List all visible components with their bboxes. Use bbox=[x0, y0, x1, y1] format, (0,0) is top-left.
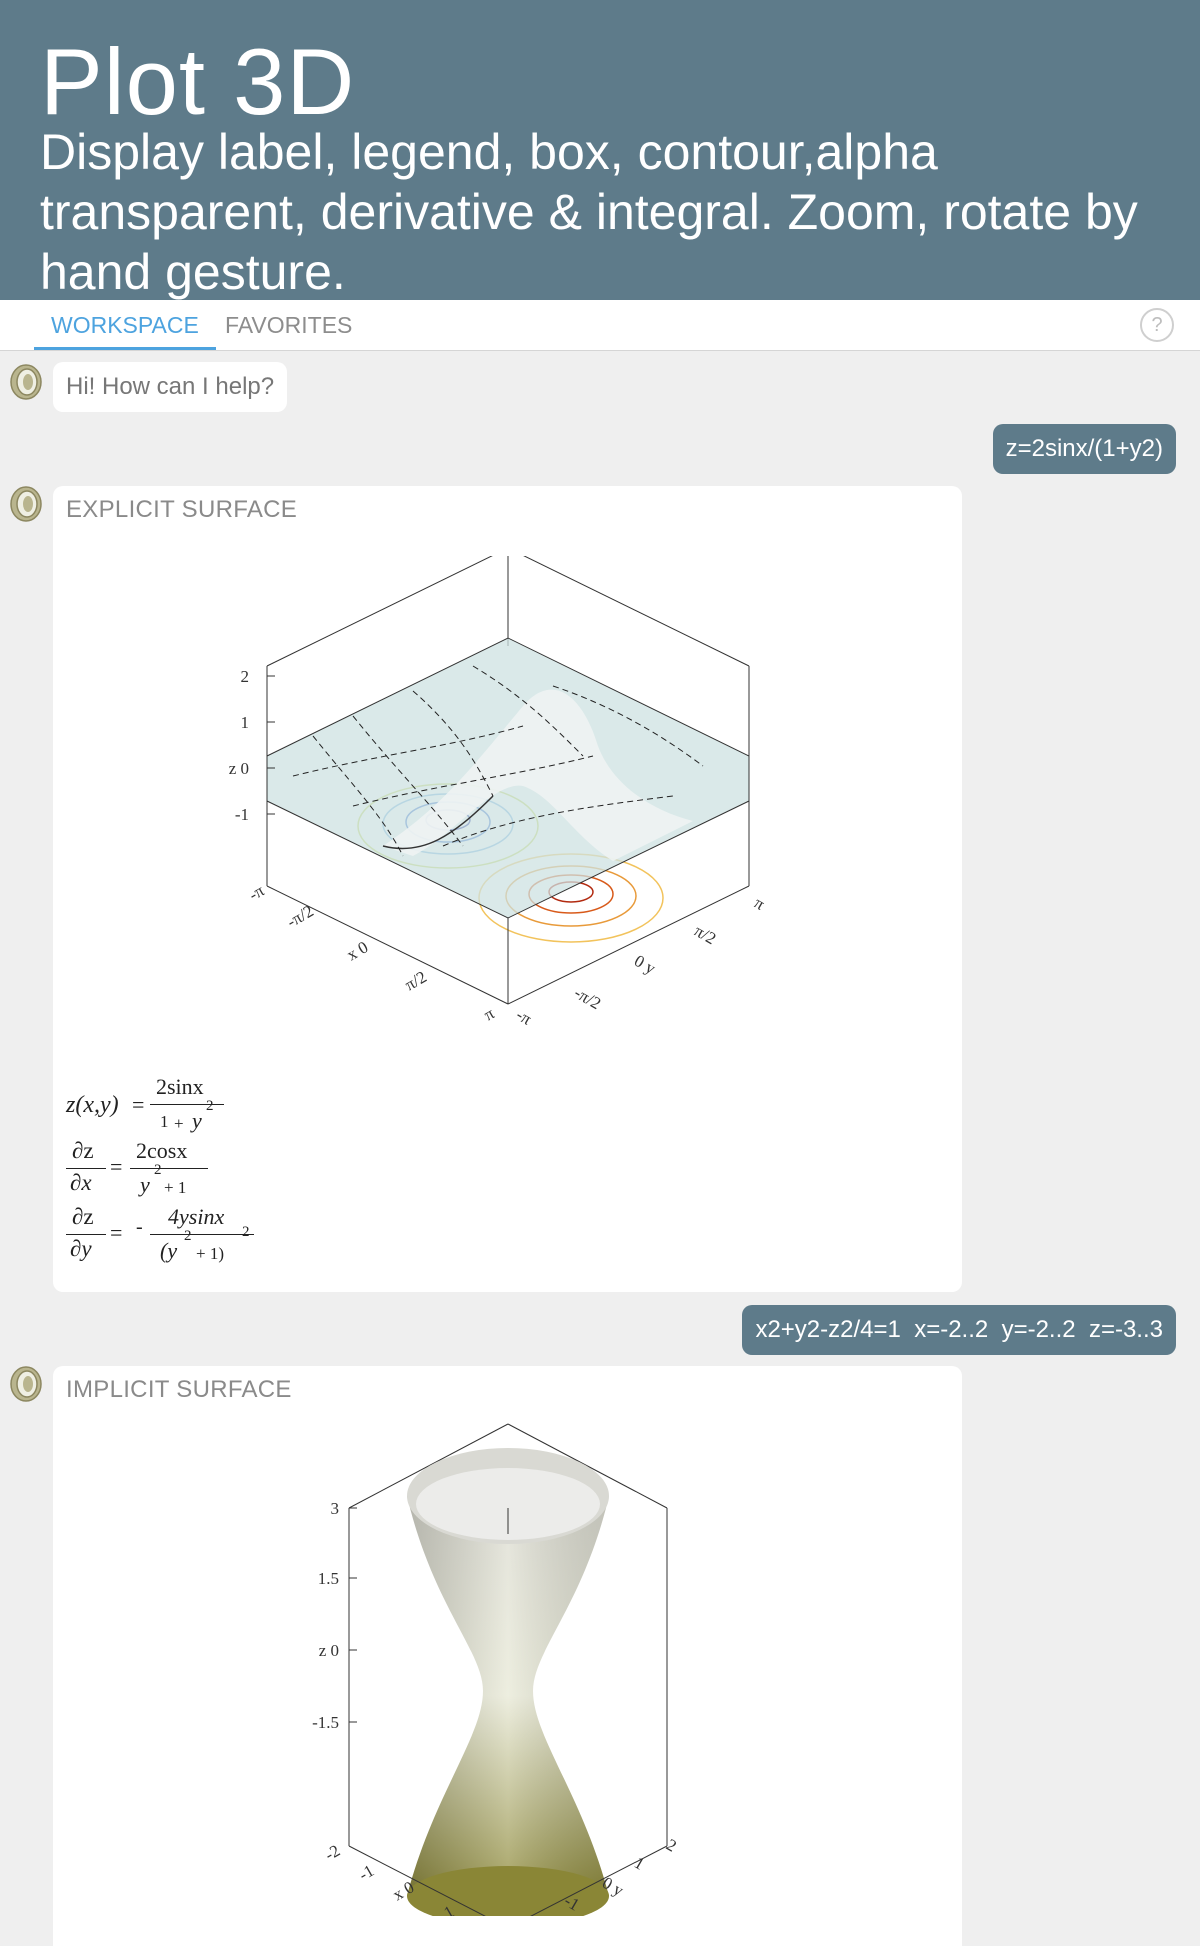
help-icon[interactable]: ? bbox=[1140, 308, 1174, 342]
derivative-y-formula: ∂z ∂y = - 4ysinx (y 2 + 1) 2 bbox=[66, 1204, 326, 1268]
x-tick-label: -2 bbox=[322, 1841, 344, 1865]
user-query-bubble[interactable]: x2+y2-z2/4=1 x=-2..2 y=-2..2 z=-3..3 bbox=[742, 1305, 1176, 1355]
tab-bar: WORKSPACE FAVORITES ? bbox=[0, 300, 1200, 351]
implicit-surface-card: IMPLICIT SURFACE 3 1.5 z 0 -1.5 -2 -1 x … bbox=[53, 1366, 962, 1946]
z-tick-label: z 0 bbox=[229, 759, 249, 778]
y-tick-label: -π bbox=[513, 1005, 535, 1029]
x-tick-label: -π/2 bbox=[284, 901, 317, 931]
explicit-surface-plot[interactable]: 2 1 z 0 -1 -π -π/2 x 0 π/2 π -π -π/2 0 y… bbox=[53, 556, 962, 1086]
y-tick-label: 2 bbox=[663, 1835, 680, 1856]
assistant-avatar-icon bbox=[10, 364, 42, 400]
tab-favorites[interactable]: FAVORITES bbox=[208, 300, 369, 350]
implicit-surface-plot[interactable]: 3 1.5 z 0 -1.5 -2 -1 x 0 1 -1 0 y 1 2 bbox=[53, 1416, 962, 1916]
y-tick-label: -π/2 bbox=[571, 983, 604, 1013]
card-title: EXPLICIT SURFACE bbox=[66, 496, 298, 523]
assistant-avatar-icon bbox=[10, 1366, 42, 1402]
formula-block: z(x,y) = 2sinx 1 + y 2 ∂z ∂x = 2cosx y 2… bbox=[66, 1074, 366, 1274]
function-formula: z(x,y) = 2sinx 1 + y 2 bbox=[66, 1074, 326, 1138]
z-tick-label: -1 bbox=[235, 805, 249, 824]
user-query-bubble[interactable]: z=2sinx/(1+y2) bbox=[992, 424, 1176, 474]
z-tick-label: z 0 bbox=[319, 1641, 339, 1660]
z-tick-label: 1.5 bbox=[318, 1569, 339, 1588]
app-subtitle: Display label, legend, box, contour,alph… bbox=[40, 124, 1138, 300]
z-tick-label: 3 bbox=[331, 1499, 340, 1518]
z-tick-label: -1.5 bbox=[312, 1713, 339, 1732]
x-tick-label: x 0 bbox=[344, 937, 372, 964]
card-title: IMPLICIT SURFACE bbox=[66, 1376, 292, 1403]
x-tick-label: -π bbox=[246, 881, 268, 905]
y-tick-label: π bbox=[751, 893, 768, 914]
y-tick-label: 1 bbox=[631, 1853, 648, 1874]
tab-workspace[interactable]: WORKSPACE bbox=[34, 300, 216, 350]
x-tick-label: π/2 bbox=[402, 967, 430, 994]
z-tick-label: 2 bbox=[241, 667, 250, 686]
greeting-bubble: Hi! How can I help? bbox=[53, 362, 288, 412]
y-tick-label: 0 y bbox=[631, 951, 659, 978]
explicit-surface-card: EXPLICIT SURFACE 2 1 z 0 -1 -π -π/2 x 0 … bbox=[53, 486, 962, 1292]
assistant-avatar-icon bbox=[10, 486, 42, 522]
x-tick-label: π bbox=[481, 1004, 498, 1025]
greeting-text: Hi! How can I help? bbox=[66, 373, 275, 400]
derivative-x-formula: ∂z ∂x = 2cosx y 2 + 1 bbox=[66, 1138, 326, 1202]
app-title: Plot 3D bbox=[40, 29, 356, 134]
app-banner: Plot 3D Display label, legend, box, cont… bbox=[0, 0, 1200, 300]
x-tick-label: -1 bbox=[356, 1861, 378, 1885]
z-tick-label: 1 bbox=[241, 713, 250, 732]
y-tick-label: π/2 bbox=[691, 921, 719, 948]
